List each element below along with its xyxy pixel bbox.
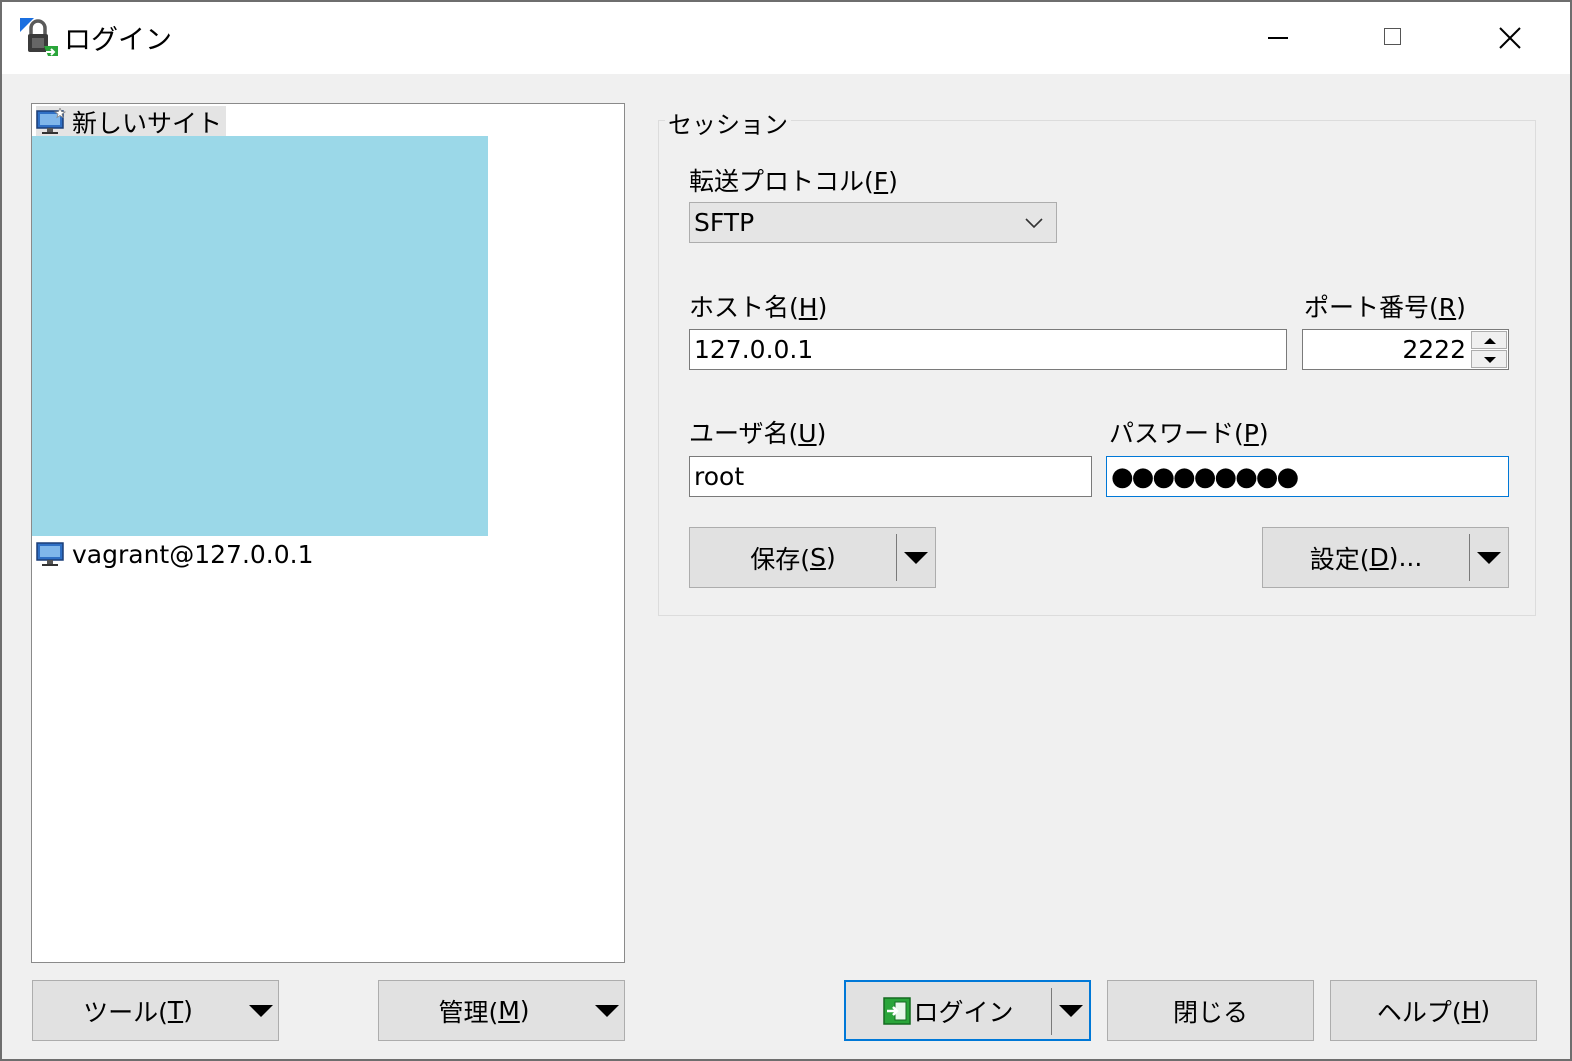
close-window-button[interactable] xyxy=(1452,2,1568,74)
minimize-button[interactable] xyxy=(1220,2,1336,74)
port-label: ポート番号(R) xyxy=(1304,293,1466,322)
host-input[interactable]: 127.0.0.1 xyxy=(689,329,1287,370)
manage-label: 管理( xyxy=(438,997,499,1027)
tools-access-key: T xyxy=(167,996,184,1025)
dropdown-arrow-icon xyxy=(249,1004,273,1017)
help-button[interactable]: ヘルプ(H) xyxy=(1330,980,1537,1041)
session-group-label: セッション xyxy=(665,105,791,140)
site-item-vagrant[interactable]: vagrant@127.0.0.1 xyxy=(36,538,314,570)
password-label: パスワード(P) xyxy=(1109,419,1269,448)
manage-dropdown-button[interactable] xyxy=(589,981,625,1040)
site-item-label: vagrant@127.0.0.1 xyxy=(72,539,314,569)
chevron-down-icon xyxy=(1025,218,1043,229)
login-split-button: ログイン xyxy=(844,980,1091,1041)
title-bar[interactable]: ログイン xyxy=(2,2,1570,74)
login-dropdown-button[interactable] xyxy=(1052,982,1090,1039)
login-icon xyxy=(883,996,912,1025)
maximize-button[interactable] xyxy=(1336,2,1452,74)
advanced-dropdown-button[interactable] xyxy=(1470,528,1508,587)
port-decrement-button[interactable] xyxy=(1471,350,1507,368)
port-label-text: ポート番号( xyxy=(1304,293,1439,322)
tools-split-button: ツール(T) xyxy=(32,980,279,1041)
help-label: ヘルプ( xyxy=(1376,997,1462,1027)
close-icon xyxy=(1499,27,1521,49)
app-lock-icon xyxy=(20,18,58,56)
manage-button[interactable]: 管理(M) xyxy=(379,981,589,1040)
host-access-key: H xyxy=(798,293,818,322)
help-access-key: H xyxy=(1461,996,1481,1025)
advanced-access-key: D xyxy=(1369,543,1389,572)
password-label-text: パスワード( xyxy=(1109,419,1244,448)
user-label-text: ユーザ名( xyxy=(689,419,799,448)
advanced-suffix: )... xyxy=(1388,543,1423,572)
advanced-split-button: 設定(D)... xyxy=(1262,527,1509,588)
redacted-area xyxy=(32,136,488,536)
tools-dropdown-button[interactable] xyxy=(243,981,279,1040)
port-spinner[interactable] xyxy=(1471,331,1507,368)
protocol-value: SFTP xyxy=(694,208,755,237)
username-input[interactable]: root xyxy=(689,456,1092,497)
protocol-select[interactable]: SFTP xyxy=(689,202,1057,243)
port-access-key: R xyxy=(1438,293,1457,322)
user-access-key: U xyxy=(798,419,817,448)
login-label: ログイン xyxy=(913,997,1014,1027)
save-split-button: 保存(S) xyxy=(689,527,936,588)
dropdown-arrow-icon xyxy=(904,551,928,564)
save-access-key: S xyxy=(810,543,826,572)
new-site-monitor-icon xyxy=(36,108,66,134)
user-label: ユーザ名(U) xyxy=(689,419,827,448)
password-mask: ●●●●●●●●● xyxy=(1111,462,1299,492)
host-label-text: ホスト名( xyxy=(689,293,799,322)
close-button[interactable]: 閉じる xyxy=(1107,980,1314,1041)
manage-access-key: M xyxy=(498,996,520,1025)
tools-label: ツール( xyxy=(83,997,168,1027)
dropdown-arrow-icon xyxy=(1059,1004,1083,1017)
spin-down-icon xyxy=(1484,357,1496,363)
site-item-label: 新しいサイト xyxy=(72,109,223,138)
tools-button[interactable]: ツール(T) xyxy=(33,981,243,1040)
password-access-key: P xyxy=(1243,419,1259,448)
protocol-access-key: F xyxy=(873,167,889,196)
advanced-label: 設定( xyxy=(1309,544,1370,574)
protocol-label-text: 転送プロトコル( xyxy=(689,167,874,196)
advanced-button[interactable]: 設定(D)... xyxy=(1263,528,1469,587)
site-monitor-icon xyxy=(36,542,64,566)
manage-split-button: 管理(M) xyxy=(378,980,625,1041)
password-input[interactable]: ●●●●●●●●● xyxy=(1106,456,1509,497)
save-dropdown-button[interactable] xyxy=(897,528,935,587)
login-button[interactable]: ログイン xyxy=(846,982,1051,1039)
site-tree[interactable]: 新しいサイト vagrant@127.0.0.1 xyxy=(31,103,625,963)
host-label: ホスト名(H) xyxy=(689,293,828,322)
port-increment-button[interactable] xyxy=(1471,331,1507,349)
login-dialog: ログイン 新しいサイト vagrant@127.0.0.1 セッション 転送プロ… xyxy=(0,0,1572,1061)
window-title: ログイン xyxy=(64,25,172,56)
dropdown-arrow-icon xyxy=(595,1004,619,1017)
save-label: 保存( xyxy=(750,544,811,574)
dropdown-arrow-icon xyxy=(1477,551,1501,564)
save-button[interactable]: 保存(S) xyxy=(690,528,896,587)
site-item-new-site[interactable]: 新しいサイト xyxy=(36,106,227,138)
spin-up-icon xyxy=(1484,338,1496,344)
protocol-label: 転送プロトコル(F) xyxy=(689,167,898,196)
